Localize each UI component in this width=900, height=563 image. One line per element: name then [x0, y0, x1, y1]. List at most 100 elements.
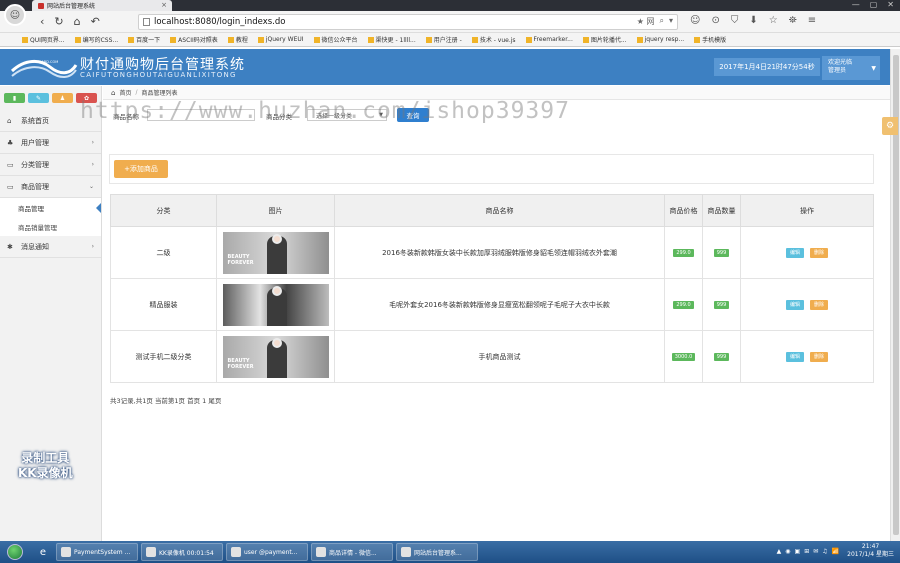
sidebar-item-label: 系统首页	[21, 116, 49, 125]
sidebar-subitem-goods-manage[interactable]: 商品管理	[0, 198, 101, 217]
app-icon	[146, 547, 156, 557]
undo-icon[interactable]: ↶	[91, 15, 100, 28]
goods-thumbnail[interactable]: BEAUTY FOREVER	[222, 335, 329, 378]
start-button[interactable]	[0, 541, 30, 563]
bookmark-item[interactable]: 技术 - vue.js	[471, 35, 516, 44]
bookmark-item[interactable]: 微信公众平台	[313, 35, 358, 44]
tray-icon-5[interactable]: ♫	[822, 548, 827, 555]
shield-icon[interactable]: ⛉	[731, 15, 739, 26]
download-icon[interactable]: ⬇	[749, 15, 757, 26]
taskbar-item[interactable]: user @payment...	[226, 543, 308, 561]
sidebar-item-categories[interactable]: ▭ 分类管理 ›	[0, 154, 101, 176]
sidebar-subitem-sales-manage[interactable]: 商品销量管理	[0, 217, 101, 236]
menu-icon[interactable]: ≡	[808, 15, 816, 26]
chevron-icon: ›	[91, 161, 94, 168]
taskbar-item-label: user @payment...	[244, 548, 298, 556]
favorites-icon[interactable]: ☆	[769, 15, 778, 26]
maximize-icon[interactable]: ▢	[870, 0, 878, 9]
bookmark-star-icon[interactable]: ★ 网	[637, 16, 655, 27]
tray-icon-6[interactable]: 📶	[832, 548, 839, 555]
edit-button[interactable]: 编辑	[786, 299, 804, 310]
bookmark-item[interactable]: 教程	[227, 35, 248, 44]
bookmark-item[interactable]: ASCII码对照表	[170, 35, 218, 44]
extension-icon[interactable]: ☺	[690, 15, 700, 26]
categories-icon: ▭	[7, 160, 14, 169]
dropdown-icon[interactable]: ▾	[669, 16, 673, 27]
table-row: 二级 BEAUTY FOREVER 2016冬装新款韩版女装中长款加厚羽绒服韩版修身貂…	[110, 226, 874, 279]
search-icon[interactable]: ⌕	[660, 16, 664, 27]
bookmark-item[interactable]: 编写的CSS...	[74, 35, 119, 44]
cell-price: 299.0	[664, 278, 703, 331]
app-icon	[231, 547, 241, 557]
goods-name-label: 商品名称	[113, 113, 139, 121]
nav-buttons: ‹ ↻ ⌂ ↶	[40, 15, 100, 28]
bookmark-item[interactable]: 用户注册 -	[425, 35, 462, 44]
edit-button[interactable]: 编辑	[786, 247, 804, 258]
ie-icon[interactable]: e	[32, 543, 54, 561]
price-badge: 299.0	[673, 249, 694, 257]
query-button[interactable]: 查询	[397, 108, 429, 122]
settings-gear-icon[interactable]: ⚙	[882, 117, 898, 135]
taskbar-item[interactable]: PaymentSystem ...	[56, 543, 138, 561]
delete-button[interactable]: 删除	[810, 299, 828, 310]
taskbar-item[interactable]: KK录像机 00:01:54	[141, 543, 223, 561]
home-icon[interactable]: ⌂	[74, 15, 81, 28]
tray-icon-1[interactable]: ◉	[785, 548, 790, 555]
clock[interactable]: 21:47 2017/1/4 星期三	[847, 543, 894, 559]
address-bar[interactable]: localhost:8080/login_indexs.do ★ 网 ⌕ ▾	[138, 14, 678, 30]
sidebar-item-users[interactable]: ♣ 用户管理 ›	[0, 132, 101, 154]
tray-icon-2[interactable]: ▣	[795, 548, 801, 555]
bookmark-item[interactable]: 百度一下	[128, 35, 160, 44]
tab-close-icon[interactable]: ×	[161, 1, 167, 9]
add-goods-button[interactable]: +添加商品	[114, 160, 168, 178]
goods-name-input[interactable]	[147, 109, 255, 121]
edit-button[interactable]: 编辑	[786, 351, 804, 362]
minimize-icon[interactable]: —	[852, 0, 860, 9]
tray-icon-0[interactable]: ▲	[777, 548, 782, 555]
sidebar-item-label: 商品管理	[21, 182, 49, 191]
user-menu[interactable]: 欢迎光临 管理员 ▼	[822, 56, 880, 80]
bookmark-label: 编写的CSS...	[82, 37, 119, 44]
price-badge: 3000.0	[671, 353, 696, 361]
sidebar-item-notifications[interactable]: ✱ 消息通知 ›	[0, 236, 101, 258]
sync-icon[interactable]: ⊙	[711, 15, 719, 26]
cell-price: 3000.0	[664, 330, 703, 383]
sidebar-item-goods[interactable]: ▭ 商品管理 ⌄	[0, 176, 101, 198]
quick-button-1[interactable]: ✎	[28, 93, 49, 103]
bookmark-item[interactable]: Freemarker...	[525, 36, 573, 43]
goods-thumbnail[interactable]	[222, 283, 329, 326]
browser-tab[interactable]: 网站后台管理系统 ×	[32, 0, 172, 11]
app-icon	[401, 547, 411, 557]
tray-icon-4[interactable]: ✉	[813, 548, 818, 555]
taskbar-item[interactable]: 商品详情 - 微信...	[311, 543, 393, 561]
sidebar-item-home[interactable]: ⌂ 系统首页	[0, 110, 101, 132]
reload-icon[interactable]: ↻	[54, 15, 63, 28]
game-icon[interactable]: ⛯	[789, 15, 797, 26]
bookmark-item[interactable]: QUI网页界...	[22, 35, 65, 44]
category-select[interactable]: 选择一级分类 ▼	[307, 109, 387, 121]
close-window-icon[interactable]: ✕	[887, 0, 894, 9]
quick-button-3[interactable]: ✿	[76, 93, 97, 103]
tray-icon-3[interactable]: ⊞	[804, 548, 809, 555]
chevron-down-icon: ▼	[379, 112, 383, 118]
quantity-badge: 999	[713, 353, 730, 361]
delete-button[interactable]: 删除	[810, 247, 828, 258]
breadcrumb-home[interactable]: 首页	[119, 88, 131, 97]
bookmark-item[interactable]: 手机模版	[694, 35, 726, 44]
back-icon[interactable]: ‹	[40, 15, 44, 28]
delete-button[interactable]: 删除	[810, 351, 828, 362]
quick-button-0[interactable]: ▮	[4, 93, 25, 103]
bookmark-item[interactable]: 渠快更 - 1llll...	[367, 35, 416, 44]
browser-profile-avatar[interactable]: ☺	[4, 4, 26, 26]
bookmark-item[interactable]: jQuery WEUI	[257, 36, 304, 43]
url-text[interactable]: localhost:8080/login_indexs.do	[154, 17, 285, 27]
quick-button-2[interactable]: ♟	[52, 93, 73, 103]
goods-thumbnail[interactable]: BEAUTY FOREVER	[222, 231, 329, 274]
bookmark-item[interactable]: 图片轮播代...	[582, 35, 627, 44]
breadcrumb-current: 商品管理列表	[141, 90, 178, 97]
windows-taskbar: e PaymentSystem ... KK录像机 00:01:54 user @p…	[0, 541, 900, 563]
bookmark-label: QUI网页界...	[30, 37, 65, 44]
taskbar-item[interactable]: 网站后台管理系...	[396, 543, 478, 561]
bookmark-label: 百度一下	[136, 37, 161, 44]
bookmark-item[interactable]: jquery resp...	[636, 36, 684, 43]
